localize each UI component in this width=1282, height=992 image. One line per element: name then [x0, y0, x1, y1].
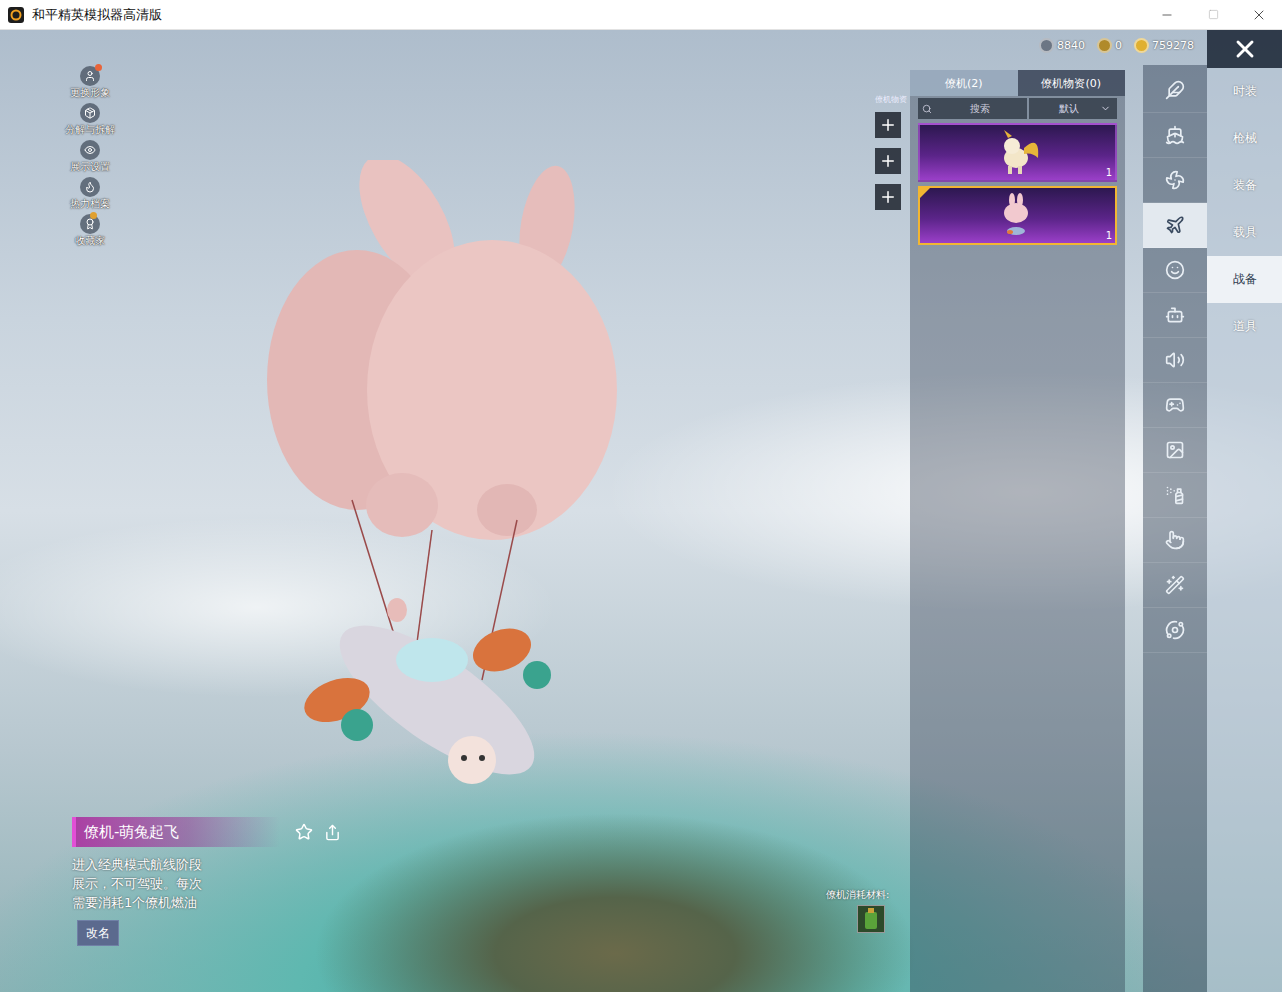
- item-list: 11: [918, 123, 1117, 245]
- side-menu: 更换形象分解与拆解展示设置热力档案收藏家: [62, 66, 118, 248]
- item-count: 1: [1106, 167, 1112, 178]
- window-title: 和平精英模拟器高清版: [32, 6, 162, 24]
- nav-item[interactable]: 枪械: [1207, 115, 1282, 162]
- consume-materials: 僚机消耗材料:: [826, 888, 889, 933]
- tab[interactable]: 僚机物资(0): [1018, 70, 1126, 96]
- nav-column: 时装枪械装备载具战备道具: [1207, 30, 1282, 992]
- item-count: 1: [1106, 230, 1112, 241]
- favorite-star-icon[interactable]: [294, 822, 314, 842]
- item-description: 进入经典模式航线阶段展示，不可驾驶。每次需要消耗1个僚机燃油: [72, 855, 372, 912]
- side-menu-item[interactable]: 热力档案: [70, 177, 110, 211]
- close-window-icon[interactable]: [1236, 0, 1282, 29]
- currency: 8840: [1039, 38, 1085, 53]
- preview-stage: 更换形象分解与拆解展示设置热力档案收藏家僚机-萌兔起飞进入经典模式航线阶段展示，…: [0, 30, 866, 992]
- nav-item[interactable]: 时装: [1207, 68, 1282, 115]
- category-icon[interactable]: [1143, 563, 1207, 608]
- side-menu-item[interactable]: 更换形象: [70, 66, 110, 100]
- badge-dot: [90, 212, 97, 219]
- slot-column: 僚机物资: [866, 30, 910, 992]
- category-icon[interactable]: [1143, 473, 1207, 518]
- coin-icon: [1097, 38, 1112, 53]
- category-icon[interactable]: [1143, 338, 1207, 383]
- inventory-panel: 僚机(2)僚机物资(0)搜索默认11: [910, 70, 1125, 992]
- sort-dropdown[interactable]: 默认: [1029, 98, 1117, 119]
- side-menu-item[interactable]: 展示设置: [70, 140, 110, 174]
- item-card[interactable]: 1: [918, 123, 1117, 182]
- maximize-icon[interactable]: [1190, 0, 1236, 29]
- item-detail: 僚机-萌兔起飞进入经典模式航线阶段展示，不可驾驶。每次需要消耗1个僚机燃油改名: [72, 817, 372, 946]
- menu-icon: [80, 177, 100, 197]
- category-icon[interactable]: [1143, 248, 1207, 293]
- side-menu-item[interactable]: 收藏家: [75, 214, 105, 248]
- category-icon[interactable]: [1143, 383, 1207, 428]
- equipped-mark: [920, 188, 930, 198]
- category-icons: [1143, 65, 1207, 992]
- add-slot-button[interactable]: [875, 148, 901, 174]
- side-menu-item[interactable]: 分解与拆解: [65, 103, 115, 137]
- title-bar: 和平精英模拟器高清版: [0, 0, 1282, 30]
- menu-icon: [80, 140, 100, 160]
- rabbit-balloon-wingman: [262, 160, 622, 790]
- category-icon[interactable]: [1143, 428, 1207, 473]
- category-icon[interactable]: [1143, 113, 1207, 158]
- category-icon[interactable]: [1143, 293, 1207, 338]
- emulator-window: 和平精英模拟器高清版更换形象分解与拆解展示设置热力档案收藏家僚机-萌兔起飞进入经…: [0, 0, 1282, 992]
- tab[interactable]: 僚机(2): [910, 70, 1018, 96]
- category-icon[interactable]: [1143, 203, 1207, 248]
- item-card[interactable]: 1: [918, 186, 1117, 245]
- currency: 0: [1097, 38, 1122, 53]
- slot-label: 僚机物资: [875, 94, 907, 106]
- currency-bar: 8840 0 759278: [1039, 38, 1194, 53]
- nav-item[interactable]: 道具: [1207, 303, 1282, 350]
- badge-dot: [95, 64, 102, 71]
- nav-item[interactable]: 战备: [1207, 256, 1282, 303]
- category-icon[interactable]: [1143, 158, 1207, 203]
- currency: 759278: [1134, 38, 1194, 53]
- minimize-icon[interactable]: [1144, 0, 1190, 29]
- coin-icon: [1039, 38, 1054, 53]
- category-icon[interactable]: [1143, 608, 1207, 653]
- add-slot-button[interactable]: [875, 112, 901, 138]
- coin-icon: [1134, 38, 1149, 53]
- menu-icon: [80, 103, 100, 123]
- dragon-thumb-icon: [988, 128, 1048, 178]
- category-icon[interactable]: [1143, 68, 1207, 113]
- item-name: 僚机-萌兔起飞: [72, 817, 280, 847]
- share-icon[interactable]: [322, 822, 342, 842]
- game-scene: 更换形象分解与拆解展示设置热力档案收藏家僚机-萌兔起飞进入经典模式航线阶段展示，…: [0, 30, 1282, 992]
- search-field[interactable]: 搜索: [918, 98, 1027, 119]
- tab-bar: 僚机(2)僚机物资(0): [910, 70, 1125, 96]
- rabbit-thumb-icon: [988, 191, 1048, 241]
- fuel-item-icon[interactable]: [857, 905, 885, 933]
- add-slot-button[interactable]: [875, 184, 901, 210]
- category-icon[interactable]: [1143, 518, 1207, 563]
- close-icon[interactable]: [1207, 30, 1282, 68]
- nav-item[interactable]: 装备: [1207, 162, 1282, 209]
- nav-item[interactable]: 载具: [1207, 209, 1282, 256]
- app-logo-icon: [8, 7, 24, 23]
- rename-button[interactable]: 改名: [77, 920, 119, 946]
